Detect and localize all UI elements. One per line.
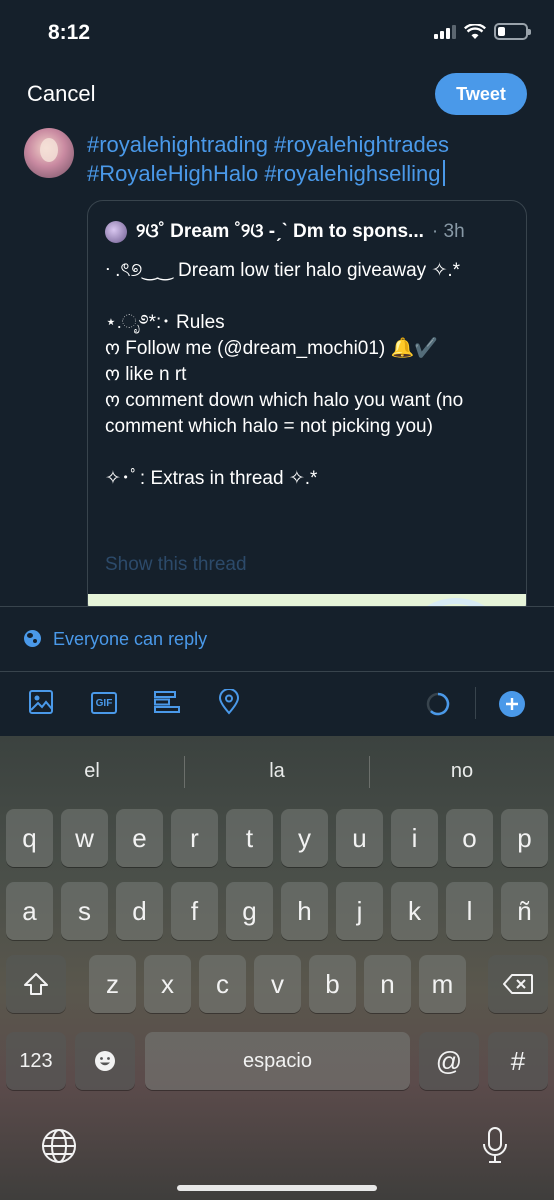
location-icon[interactable] xyxy=(217,689,241,715)
quoted-author-name: ୨ଓ˚ Dream ˚୨ଓ -ˏˋ Dm to spons... xyxy=(136,221,424,242)
key-b[interactable]: b xyxy=(309,955,356,1013)
backspace-icon xyxy=(503,974,533,994)
status-time: 8:12 xyxy=(48,21,91,44)
key-t[interactable]: t xyxy=(226,809,273,867)
character-counter-icon xyxy=(426,692,450,716)
key-p[interactable]: p xyxy=(501,809,548,867)
key-q[interactable]: q xyxy=(6,809,53,867)
keyboard-globe-icon[interactable] xyxy=(40,1127,78,1165)
key-n[interactable]: n xyxy=(364,955,411,1013)
home-indicator xyxy=(177,1185,377,1191)
key-h[interactable]: h xyxy=(281,882,328,940)
key-z[interactable]: z xyxy=(89,955,136,1013)
quoted-tweet-body: ᐧ .ৎ୭‿‿ Dream low tier halo giveaway ✧.*… xyxy=(105,258,515,492)
suggestion-item[interactable]: no xyxy=(370,760,554,783)
key-k[interactable]: k xyxy=(391,882,438,940)
gif-label: GIF xyxy=(95,697,113,709)
compose-text: #royalehightrading #royalehightrades #Ro… xyxy=(87,132,450,186)
suggestion-item[interactable]: la xyxy=(185,760,369,783)
numbers-key[interactable]: 123 xyxy=(6,1032,66,1090)
key-r[interactable]: r xyxy=(171,809,218,867)
reply-setting-row[interactable]: Everyone can reply xyxy=(0,607,554,671)
show-thread-link[interactable]: Show this thread xyxy=(105,554,247,576)
emoji-icon xyxy=(95,1051,115,1071)
key-d[interactable]: d xyxy=(116,882,163,940)
quoted-line xyxy=(105,284,515,310)
shift-key[interactable] xyxy=(6,955,66,1013)
quoted-line: ო Follow me (@dream_mochi01) 🔔✔️ xyxy=(105,338,438,359)
quoted-line: ო comment down which halo you want (no c… xyxy=(105,390,464,437)
text-caret xyxy=(443,160,446,186)
globe-icon xyxy=(24,630,41,647)
tweet-button[interactable]: Tweet xyxy=(435,73,527,115)
reply-setting-label: Everyone can reply xyxy=(53,629,208,649)
key-l[interactable]: l xyxy=(446,882,493,940)
quoted-tweet-card[interactable]: ୨ଓ˚ Dream ˚୨ଓ -ˏˋ Dm to spons... · 3h ᐧ … xyxy=(87,200,527,620)
space-key[interactable]: espacio xyxy=(145,1032,410,1090)
microphone-icon[interactable] xyxy=(481,1126,509,1164)
gif-icon[interactable]: GIF xyxy=(91,692,117,714)
wifi-icon xyxy=(464,23,486,39)
key-f[interactable]: f xyxy=(171,882,218,940)
suggestion-item[interactable]: el xyxy=(0,760,184,783)
key-n-tilde[interactable]: ñ xyxy=(501,882,548,940)
key-u[interactable]: u xyxy=(336,809,383,867)
cellular-signal-icon xyxy=(434,24,456,39)
key-s[interactable]: s xyxy=(61,882,108,940)
key-v[interactable]: v xyxy=(254,955,301,1013)
key-x[interactable]: x xyxy=(144,955,191,1013)
key-y[interactable]: y xyxy=(281,809,328,867)
add-icon[interactable] xyxy=(498,690,526,718)
user-avatar xyxy=(24,128,74,178)
status-icons xyxy=(434,23,531,40)
key-w[interactable]: w xyxy=(61,809,108,867)
quoted-author-avatar xyxy=(105,221,127,243)
keyboard: el la no q w e r t y u i o p a s d f g h… xyxy=(0,736,554,1200)
at-key[interactable]: @ xyxy=(419,1032,479,1090)
status-bar: 8:12 xyxy=(0,0,554,68)
key-j[interactable]: j xyxy=(336,882,383,940)
suggestion-bar: el la no xyxy=(0,736,554,806)
compose-textarea[interactable]: #royalehightrading #royalehightrades #Ro… xyxy=(87,130,527,188)
emoji-key[interactable] xyxy=(75,1032,135,1090)
quoted-line xyxy=(105,440,515,466)
poll-icon[interactable] xyxy=(153,689,181,715)
quoted-line: ᐧ .ৎ୭‿‿ Dream low tier halo giveaway ✧.* xyxy=(105,260,461,281)
key-g[interactable]: g xyxy=(226,882,273,940)
key-i[interactable]: i xyxy=(391,809,438,867)
key-a[interactable]: a xyxy=(6,882,53,940)
quoted-tweet-header: ୨ଓ˚ Dream ˚୨ଓ -ˏˋ Dm to spons... · 3h xyxy=(105,221,515,243)
quoted-line: ო like n rt xyxy=(105,364,187,385)
key-c[interactable]: c xyxy=(199,955,246,1013)
compose-toolbar: GIF xyxy=(0,672,554,736)
backspace-key[interactable] xyxy=(488,955,548,1013)
quoted-tweet-time: · 3h xyxy=(431,221,465,242)
hash-key[interactable]: # xyxy=(488,1032,548,1090)
key-m[interactable]: m xyxy=(419,955,466,1013)
key-o[interactable]: o xyxy=(446,809,493,867)
image-icon[interactable] xyxy=(28,689,54,715)
cancel-button[interactable]: Cancel xyxy=(27,81,95,107)
quoted-line: ⋆.ೃ࿔*:･ Rules xyxy=(105,312,225,333)
key-e[interactable]: e xyxy=(116,809,163,867)
quoted-line: ✧･ﾟ: Extras in thread ✧.* xyxy=(105,468,318,489)
battery-icon xyxy=(494,23,531,40)
shift-icon xyxy=(24,973,48,995)
toolbar-separator xyxy=(475,687,476,719)
